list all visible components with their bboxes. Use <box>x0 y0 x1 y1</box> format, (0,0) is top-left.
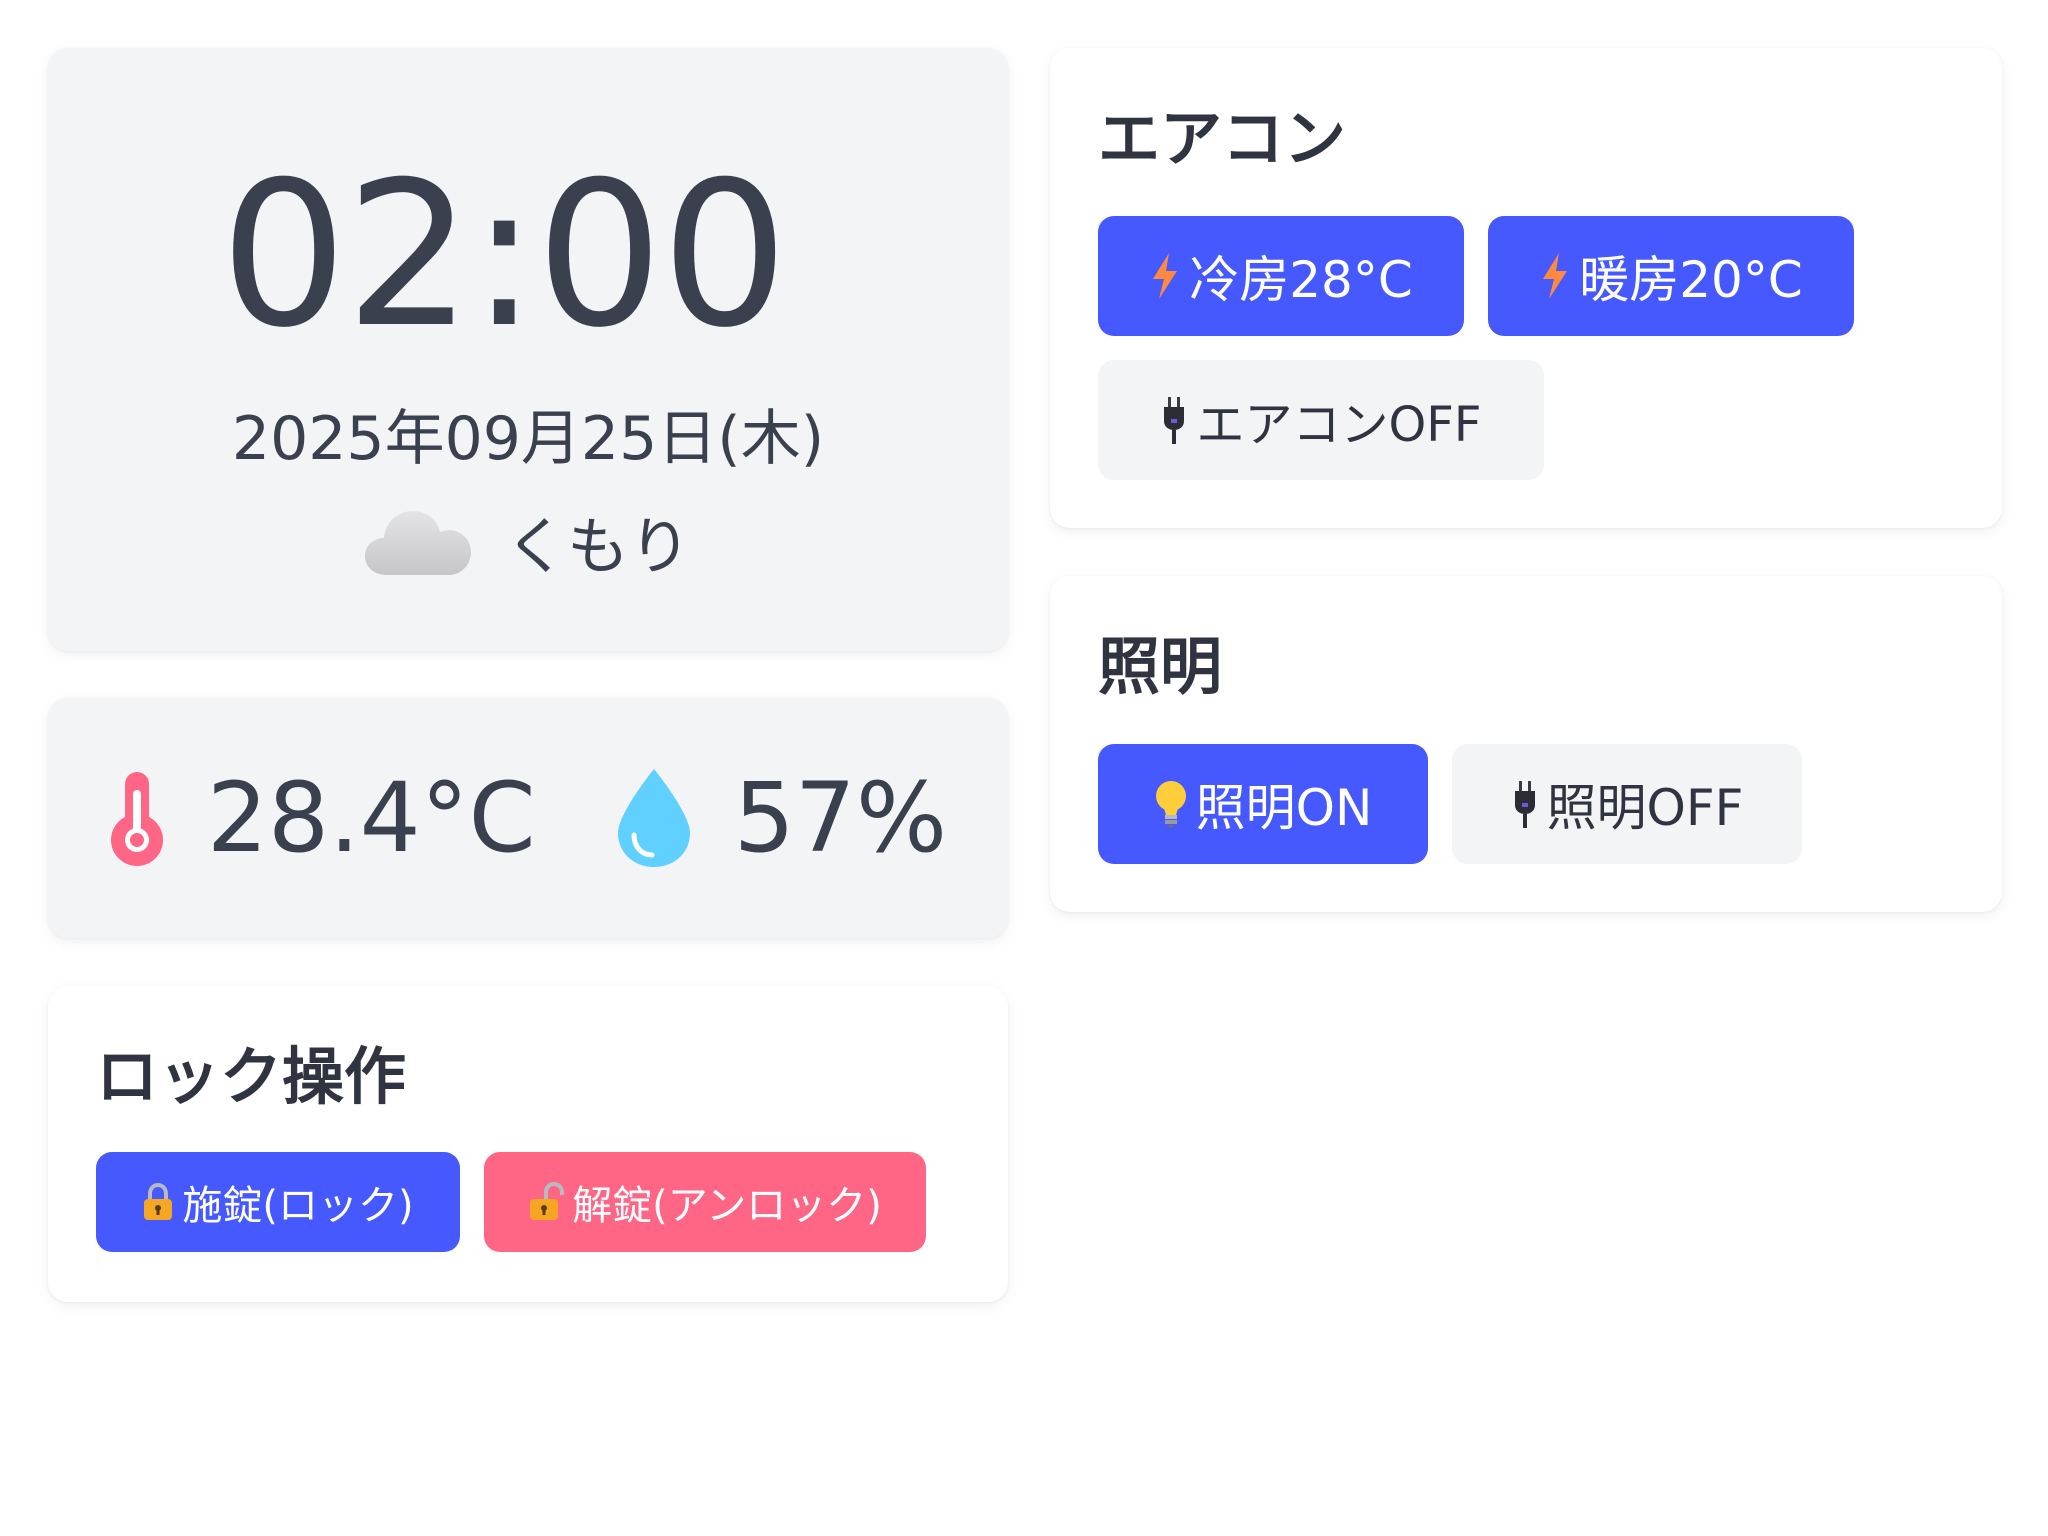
unlock-button[interactable]: 解錠(アンロック) <box>484 1152 926 1252</box>
unlock-button-label: 解錠(アンロック) <box>572 1183 882 1229</box>
light-on-button-label: 照明ON <box>1195 779 1373 837</box>
aircon-off-button[interactable]: エアコンOFF <box>1098 360 1544 480</box>
temperature-item: 28.4°C <box>109 762 536 874</box>
humidity-value: 57% <box>733 762 948 874</box>
lock-card: ロック操作 施錠(ロック) 解錠(アンロック) <box>48 986 1008 1302</box>
lock-icon <box>142 1182 174 1222</box>
temperature-value: 28.4°C <box>206 762 536 874</box>
sensor-row: 28.4°C 57% <box>48 698 1008 938</box>
weather-text: くもり <box>504 510 691 583</box>
thermometer-icon <box>109 768 165 868</box>
light-button-row: 照明ON 照明OFF <box>1098 744 1802 864</box>
lightning-icon <box>1539 251 1571 301</box>
unlock-icon <box>528 1182 565 1222</box>
light-card: 照明 照明ON 照明OFF <box>1050 576 2002 912</box>
lock-card-title: ロック操作 <box>96 1040 407 1113</box>
sensor-card: 28.4°C 57% <box>48 698 1008 938</box>
lock-button-label: 施錠(ロック) <box>182 1183 414 1229</box>
clock-card: 02:00 2025年09月25日(木) くもり <box>48 48 1008 651</box>
plug-icon <box>1160 395 1188 445</box>
light-off-button-label: 照明OFF <box>1546 779 1744 837</box>
weather-row: くもり <box>48 496 1008 586</box>
clock-date: 2025年09月25日(木) <box>231 404 825 474</box>
aircon-off-button-label: エアコンOFF <box>1196 397 1482 453</box>
light-off-button[interactable]: 照明OFF <box>1452 744 1802 864</box>
clock-time: 02:00 <box>220 139 788 372</box>
lightning-icon <box>1149 251 1181 301</box>
lock-button-row: 施錠(ロック) 解錠(アンロック) <box>96 1152 926 1252</box>
aircon-button-row: 冷房28°C 暖房20°C エアコンOFF <box>1098 216 1958 480</box>
heat-button-label: 暖房20°C <box>1579 251 1803 309</box>
lock-button[interactable]: 施錠(ロック) <box>96 1152 460 1252</box>
cool-button[interactable]: 冷房28°C <box>1098 216 1464 336</box>
light-on-button[interactable]: 照明ON <box>1098 744 1428 864</box>
humidity-item: 57% <box>616 762 947 874</box>
water-drop-icon <box>616 767 692 869</box>
plug-icon <box>1511 779 1539 829</box>
aircon-card-title: エアコン <box>1098 102 1347 175</box>
light-bulb-icon <box>1154 779 1188 829</box>
light-card-title: 照明 <box>1098 630 1223 703</box>
aircon-card: エアコン 冷房28°C 暖房20°C エアコンOFF <box>1050 48 2002 528</box>
cool-button-label: 冷房28°C <box>1189 251 1413 309</box>
cloud-icon <box>364 505 471 577</box>
heat-button[interactable]: 暖房20°C <box>1488 216 1854 336</box>
